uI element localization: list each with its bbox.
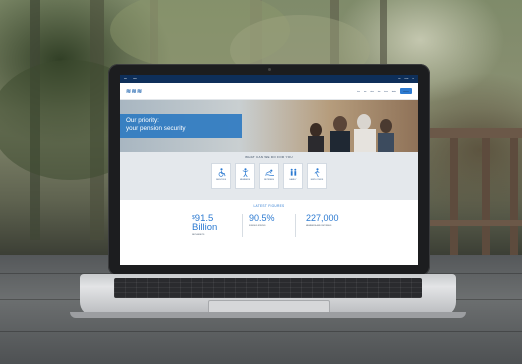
service-tile[interactable]: EMPLOYERS: [307, 163, 327, 189]
tile-label: RETIREES: [263, 179, 274, 181]
stat-description: FUNDED STATUS: [249, 225, 266, 227]
family-photo: [308, 114, 394, 152]
hero-line-2: your pension security: [126, 124, 186, 132]
stat-value: $91.5 Billion: [192, 214, 232, 233]
site-navigation: ≋≋≋ ▪▪▪ ▪▪▪ ▪▪▪▪ ▪▪▪ ▪▪▪▪ ▪▪▪▪▪ ▪▪▪▪▪▪▪: [120, 83, 418, 100]
laptop-front-edge: [70, 312, 466, 318]
site-top-bar: ▪▪▪▪ ▪▪▪▪▪ ▪▪▪ ▪▪▪▪▪ ▪▪: [120, 75, 418, 83]
service-tile[interactable]: SERVICES: [211, 163, 231, 189]
top-bar-link[interactable]: ▪▪▪: [398, 78, 400, 80]
site-logo[interactable]: ≋≋≋: [126, 88, 143, 95]
hero-message: Our priority: your pension security: [120, 114, 242, 138]
services-title: WHAT CAN WE DO FOR YOU: [245, 155, 293, 159]
service-tile[interactable]: MEMBERS: [235, 163, 255, 189]
walker-icon: [314, 168, 319, 177]
service-tile[interactable]: RETIREES: [259, 163, 279, 189]
stat-number: 227,000: [306, 213, 339, 223]
stat-description: NET ASSETS: [192, 234, 205, 236]
nav-item[interactable]: ▪▪▪: [378, 90, 381, 93]
stat-net-assets: $91.5 Billion NET ASSETS: [192, 214, 232, 237]
person-icon: [242, 168, 248, 177]
nav-item[interactable]: ▪▪▪: [364, 90, 367, 93]
service-tile[interactable]: FAMILY: [283, 163, 303, 189]
laptop-keyboard[interactable]: [114, 278, 422, 298]
stat-unit: Billion: [192, 222, 218, 233]
stat-number: 90.5%: [249, 213, 275, 223]
hero-banner: Our priority: your pension security: [120, 100, 418, 152]
tile-label: FAMILY: [289, 179, 297, 181]
nav-item[interactable]: ▪▪▪: [357, 90, 360, 93]
top-bar-link[interactable]: ▪▪: [412, 78, 414, 80]
hero-line-1: Our priority:: [126, 117, 159, 124]
wheelchair-icon: [218, 168, 225, 177]
tile-label: EMPLOYERS: [310, 179, 324, 181]
swimmer-icon: [264, 169, 274, 177]
nav-cta-button[interactable]: ▪▪▪▪▪▪▪: [400, 88, 412, 94]
nav-item[interactable]: ▪▪▪▪: [370, 90, 373, 93]
top-bar-link[interactable]: ▪▪▪▪▪: [133, 78, 137, 80]
laptop-base: [80, 274, 456, 316]
nav-item[interactable]: ▪▪▪▪▪: [392, 90, 396, 93]
top-bar-link[interactable]: ▪▪▪▪: [124, 78, 127, 80]
laptop-screen-bezel: ▪▪▪▪ ▪▪▪▪▪ ▪▪▪ ▪▪▪▪▪ ▪▪ ≋≋≋ ▪▪▪ ▪▪▪ ▪▪▪▪…: [108, 64, 430, 276]
stat-description: MEMBERS AND RETIREES: [306, 225, 332, 227]
tile-label: MEMBERS: [239, 179, 251, 181]
stats-section: LATEST FIGURES $91.5 Billion NET ASSETS …: [120, 200, 418, 265]
nav-item[interactable]: ▪▪▪▪: [384, 90, 387, 93]
family-icon: [290, 168, 296, 176]
camera-icon: [268, 68, 271, 71]
stats-title: LATEST FIGURES: [253, 204, 285, 208]
stat-members: 227,000 MEMBERS AND RETIREES: [306, 214, 346, 237]
services-section: WHAT CAN WE DO FOR YOU SERVICES MEMBERS …: [120, 152, 418, 200]
top-bar-link[interactable]: ▪▪▪▪▪: [405, 78, 409, 80]
stat-funded-status: 90.5% FUNDED STATUS: [242, 214, 296, 237]
tile-label: SERVICES: [215, 179, 227, 181]
laptop-display: ▪▪▪▪ ▪▪▪▪▪ ▪▪▪ ▪▪▪▪▪ ▪▪ ≋≋≋ ▪▪▪ ▪▪▪ ▪▪▪▪…: [120, 75, 418, 265]
